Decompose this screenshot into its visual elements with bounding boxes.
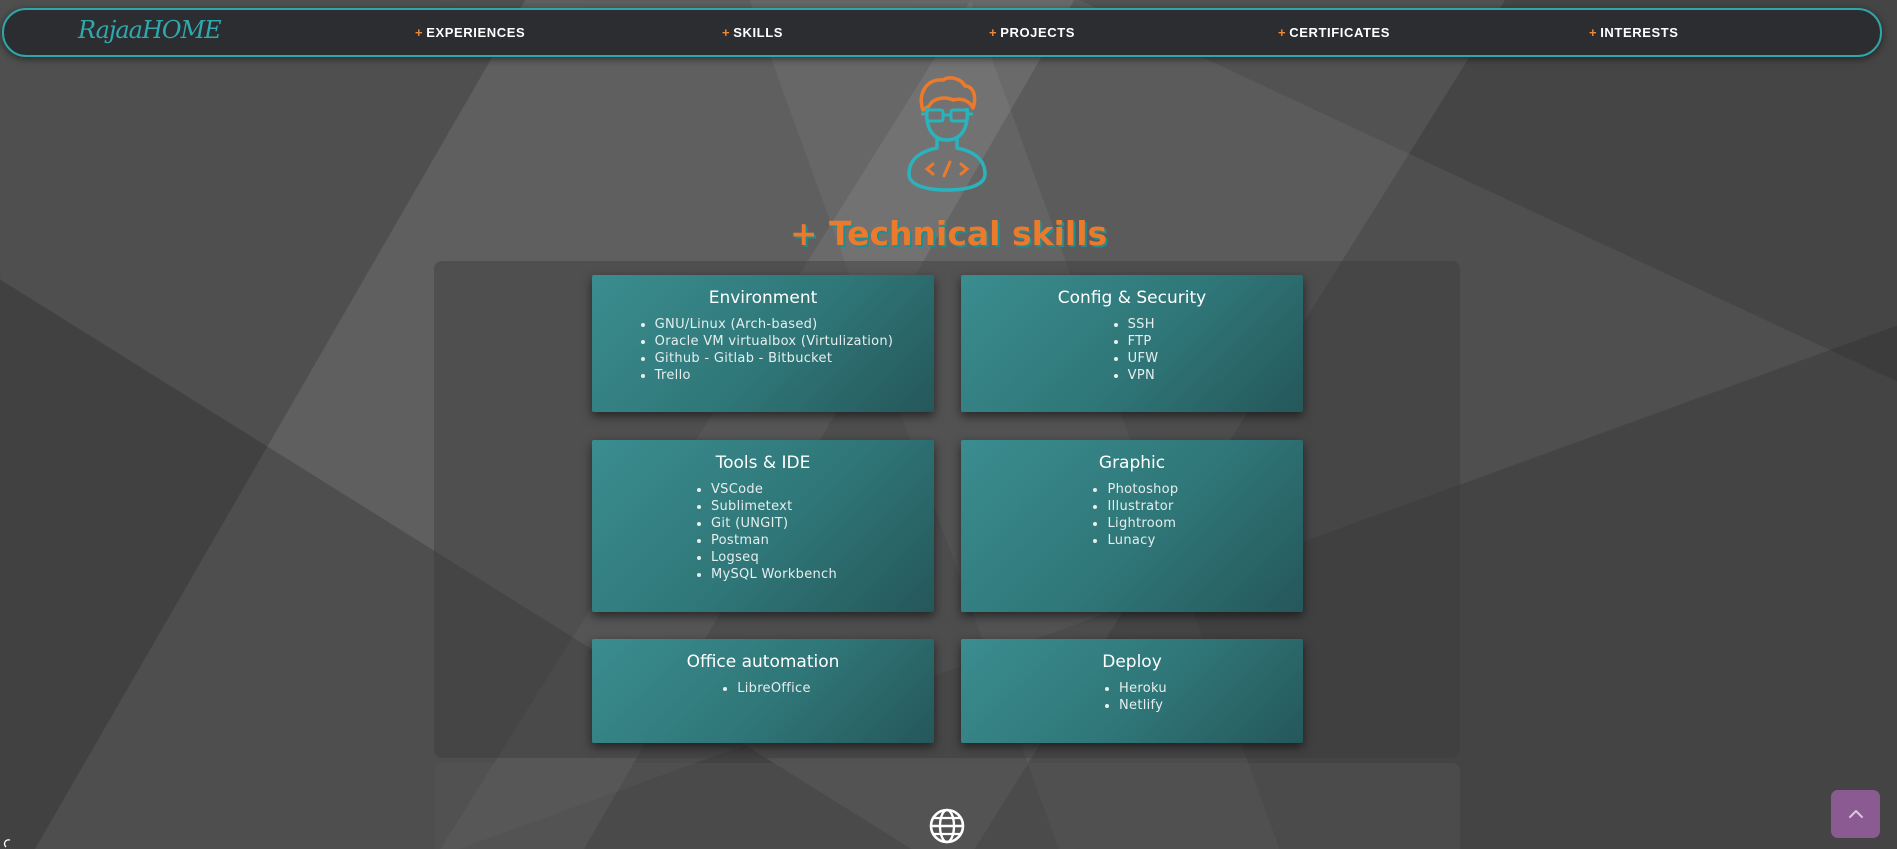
list-item: Github - Gitlab - Bitbucket	[655, 350, 894, 367]
list-item: SSH	[1128, 316, 1159, 333]
nav-item-certificates[interactable]: + CERTIFICATES	[1278, 25, 1390, 40]
nav-plus-icon: +	[989, 25, 998, 40]
nav-item-label: CERTIFICATES	[1289, 25, 1391, 40]
nav-item-projects[interactable]: + PROJECTS	[989, 25, 1075, 40]
developer-avatar-icon	[907, 76, 987, 192]
skill-card-graphic: Graphic Photoshop Illustrator Lightroom …	[961, 440, 1303, 612]
list-item: Lightroom	[1107, 515, 1178, 532]
card-list: Heroku Netlify	[1097, 680, 1167, 714]
card-title: Deploy	[1102, 652, 1162, 672]
nav-item-experiences[interactable]: + EXPERIENCES	[415, 25, 525, 40]
skill-card-config-security: Config & Security SSH FTP UFW VPN	[961, 275, 1303, 412]
card-list: VSCode Sublimetext Git (UNGIT) Postman L…	[689, 481, 837, 583]
list-item: FTP	[1128, 333, 1159, 350]
card-list: SSH FTP UFW VPN	[1106, 316, 1159, 384]
list-item: Trello	[655, 367, 894, 384]
nav-item-label: SKILLS	[733, 25, 784, 40]
globe-icon	[929, 808, 965, 844]
card-list: Photoshop Illustrator Lightroom Lunacy	[1085, 481, 1178, 549]
nav-item-label: EXPERIENCES	[426, 25, 526, 40]
list-item: Lunacy	[1107, 532, 1178, 549]
nav-item-interests[interactable]: + INTERESTS	[1589, 25, 1679, 40]
section-title: + Technical skills	[789, 214, 1108, 253]
list-item: Oracle VM virtualbox (Virtulization)	[655, 333, 894, 350]
list-item: Illustrator	[1107, 498, 1178, 515]
list-item: Logseq	[711, 549, 837, 566]
list-item: LibreOffice	[737, 680, 811, 697]
list-item: VPN	[1128, 367, 1159, 384]
nav-plus-icon: +	[415, 25, 424, 40]
nav-item-label: INTERESTS	[1600, 25, 1679, 40]
card-list: LibreOffice	[715, 680, 811, 697]
top-navbar: RajaaHOME + EXPERIENCES + SKILLS + PROJECTS…	[2, 8, 1882, 57]
list-item: GNU/Linux (Arch-based)	[655, 316, 894, 333]
card-title: Graphic	[1098, 453, 1166, 473]
skill-card-environment: Environment GNU/Linux (Arch-based) Oracl…	[592, 275, 934, 412]
list-item: Photoshop	[1107, 481, 1178, 498]
card-title: Environment	[708, 288, 818, 308]
back-to-top-button[interactable]	[1831, 790, 1880, 838]
list-item: Netlify	[1119, 697, 1167, 714]
skill-card-office-automation: Office automation LibreOffice	[592, 639, 934, 743]
list-item: UFW	[1128, 350, 1159, 367]
nav-plus-icon: +	[1278, 25, 1287, 40]
card-title: Office automation	[686, 652, 840, 672]
skill-card-deploy: Deploy Heroku Netlify	[961, 639, 1303, 743]
nav-plus-icon: +	[1589, 25, 1598, 40]
card-list: GNU/Linux (Arch-based) Oracle VM virtual…	[633, 316, 894, 384]
brand-logo[interactable]: RajaaHOME	[78, 16, 222, 44]
nav-plus-icon: +	[722, 25, 731, 40]
chevron-up-icon	[1848, 810, 1863, 818]
list-item: VSCode	[711, 481, 837, 498]
list-item: MySQL Workbench	[711, 566, 837, 583]
card-title: Tools & IDE	[715, 453, 811, 473]
list-item: Git (UNGIT)	[711, 515, 837, 532]
card-title: Config & Security	[1057, 288, 1207, 308]
list-item: Heroku	[1119, 680, 1167, 697]
corner-mark-icon	[3, 839, 11, 848]
skills-panel	[434, 261, 1460, 758]
nav-item-skills[interactable]: + SKILLS	[722, 25, 783, 40]
nav-item-label: PROJECTS	[1000, 25, 1076, 40]
list-item: Postman	[711, 532, 837, 549]
list-item: Sublimetext	[711, 498, 837, 515]
skill-card-tools-ide: Tools & IDE VSCode Sublimetext Git (UNGI…	[592, 440, 934, 612]
